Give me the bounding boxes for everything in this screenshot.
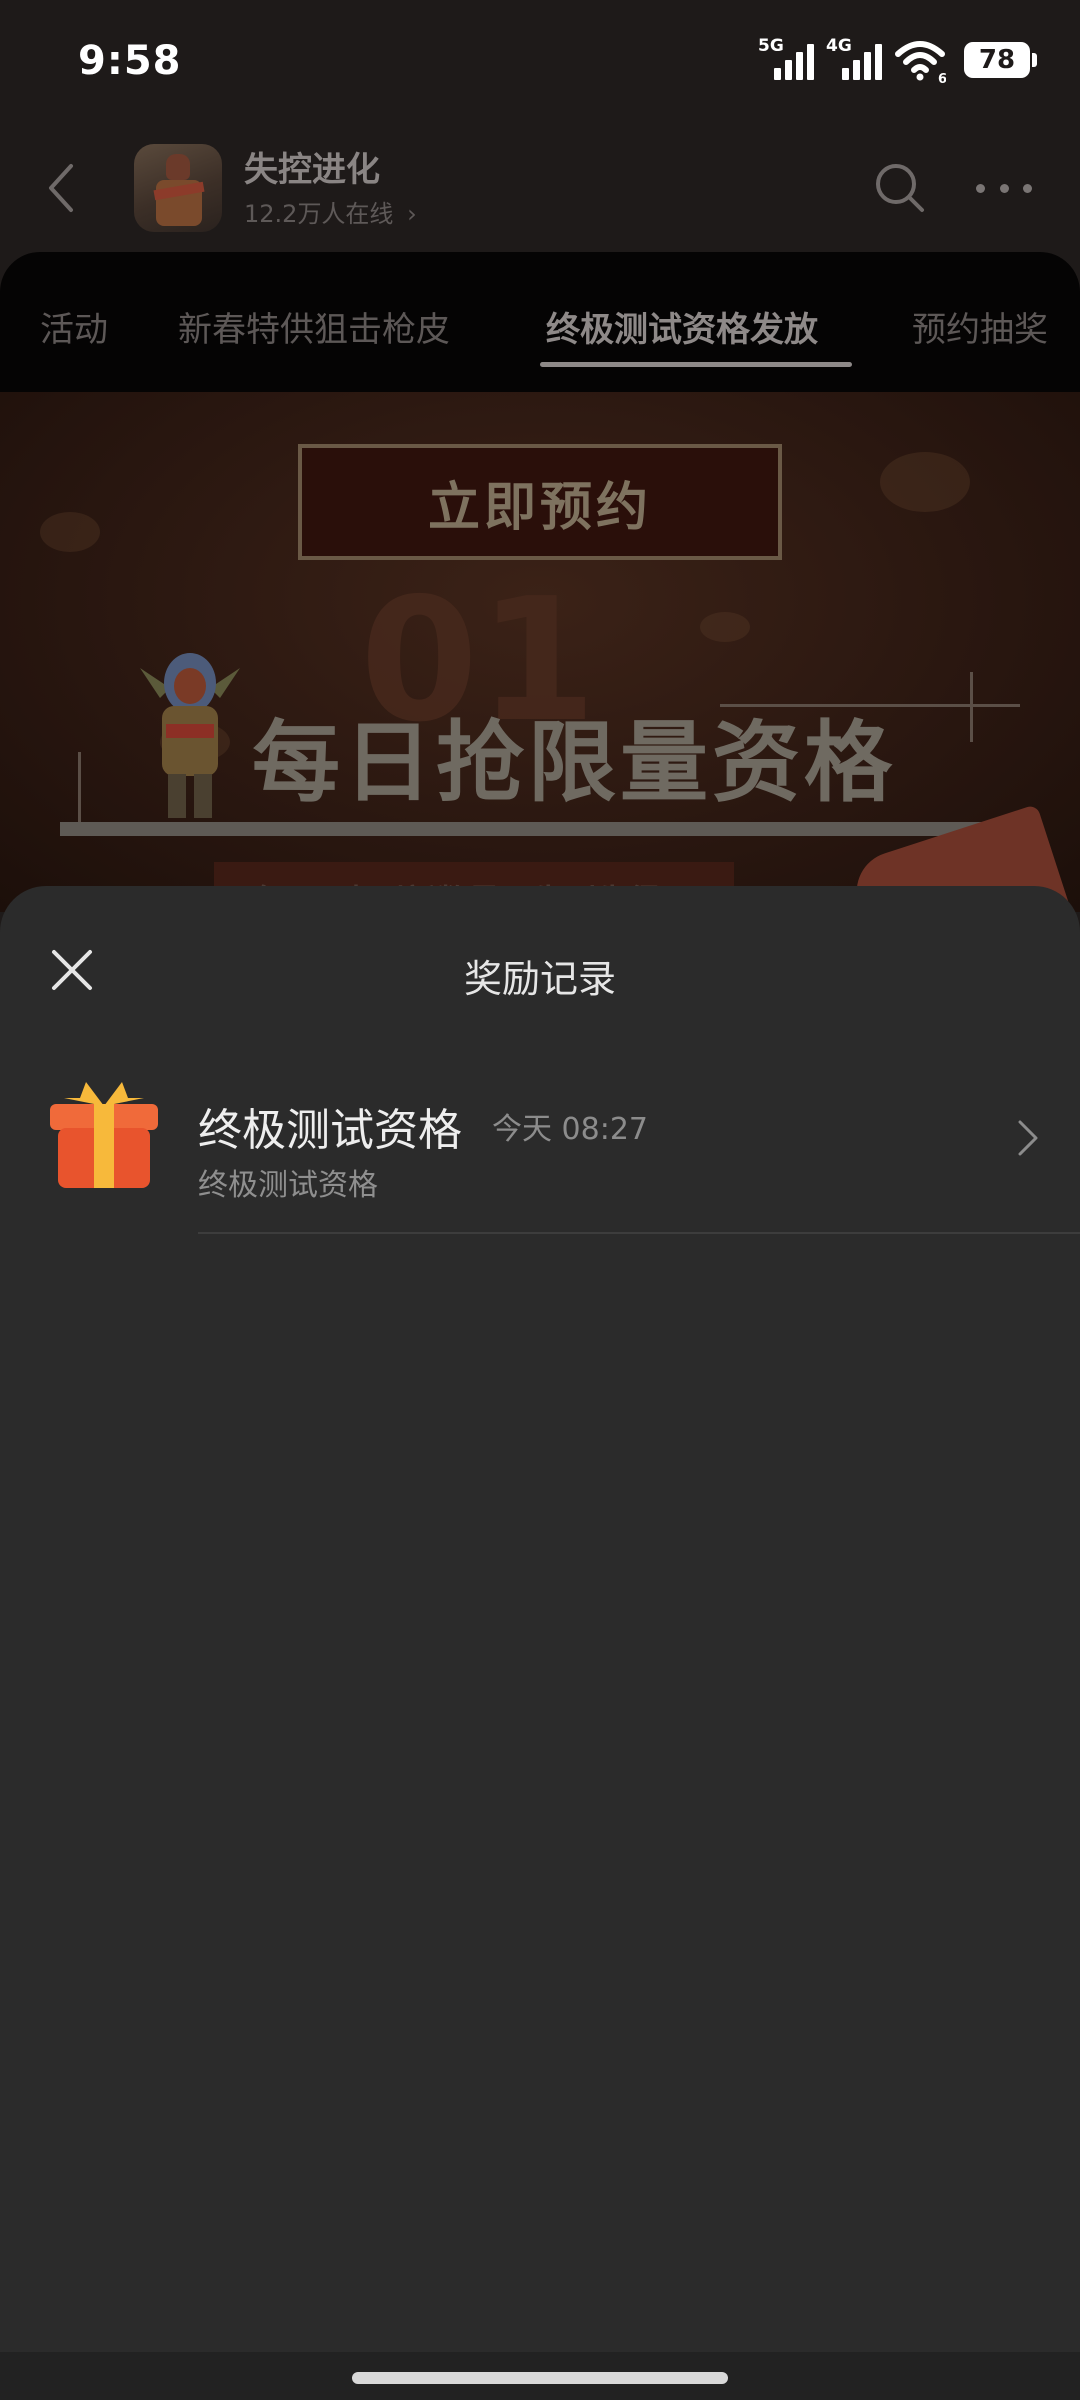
online-count[interactable]: 12.2万人在线 › bbox=[244, 194, 417, 229]
character-illustration bbox=[140, 653, 240, 818]
signal-4g-icon: 4G bbox=[826, 36, 882, 84]
game-name[interactable]: 失控进化 bbox=[244, 142, 380, 191]
wifi-icon: 6 bbox=[895, 41, 946, 84]
tab-reservation-lottery[interactable]: 预约抽奖 bbox=[912, 302, 1048, 351]
banner-decor-vline bbox=[78, 752, 81, 832]
more-button[interactable] bbox=[976, 172, 1032, 204]
more-dot-icon bbox=[976, 183, 985, 193]
app-header: 失控进化 12.2万人在线 › bbox=[0, 128, 1080, 252]
banner-divider bbox=[60, 822, 1000, 836]
reward-name: 终极测试资格 bbox=[198, 1105, 462, 1156]
search-icon[interactable] bbox=[872, 160, 928, 216]
tab-active-indicator bbox=[540, 362, 852, 367]
more-dot-icon bbox=[999, 183, 1009, 193]
reward-record-sheet: 奖励记录 终极测试资格 今天 08:27 终极测试资格 bbox=[0, 886, 1080, 2400]
navigation-bar bbox=[0, 2352, 1080, 2400]
status-bar: 9:58 5G 4G 6 78 bbox=[0, 0, 1080, 128]
chevron-left-icon bbox=[49, 164, 73, 212]
sheet-title: 奖励记录 bbox=[463, 957, 616, 1001]
section-title: 每日抢限量资格 bbox=[252, 711, 897, 814]
wifi-label: 6 bbox=[938, 72, 946, 84]
chevron-right-icon bbox=[1018, 1120, 1038, 1156]
banner-decor-vline bbox=[970, 672, 973, 742]
online-count-text: 12.2万人在线 bbox=[244, 200, 394, 228]
tab-bar: 活动 新春特供狙击枪皮 终极测试资格发放 预约抽奖 bbox=[0, 252, 1080, 392]
game-avatar[interactable] bbox=[134, 144, 222, 232]
tab-activity[interactable]: 活动 bbox=[40, 302, 108, 351]
status-time: 9:58 bbox=[78, 38, 182, 84]
status-icons: 5G 4G 6 78 bbox=[758, 36, 1037, 84]
back-button[interactable] bbox=[36, 156, 84, 220]
tab-new-year-skin[interactable]: 新春特供狙击枪皮 bbox=[178, 302, 450, 351]
list-divider bbox=[198, 1232, 1080, 1234]
app-screen: 9:58 5G 4G 6 78 失控进化 12.2万人在线 › 活动 新春特供狙… bbox=[0, 0, 1080, 2400]
reserve-now-label: 立即预约 bbox=[427, 477, 652, 538]
home-indicator[interactable] bbox=[352, 2372, 728, 2384]
battery-indicator: 78 bbox=[964, 42, 1037, 78]
reserve-now-button[interactable]: 立即预约 bbox=[298, 444, 782, 560]
reward-list-item[interactable]: 终极测试资格 今天 08:27 终极测试资格 bbox=[0, 1056, 1080, 1236]
reward-description: 终极测试资格 bbox=[198, 1168, 378, 1203]
event-banner: 立即预约 01 每日抢限量资格 每日0点刷新数量，先到先得! bbox=[0, 392, 1080, 912]
chevron-right-icon: › bbox=[407, 200, 417, 228]
signal-5g-icon: 5G bbox=[758, 36, 814, 84]
more-dot-icon bbox=[1023, 183, 1032, 193]
gift-icon bbox=[50, 1082, 158, 1188]
reward-time: 今天 08:27 bbox=[492, 1112, 648, 1147]
tab-final-test[interactable]: 终极测试资格发放 bbox=[546, 302, 818, 351]
